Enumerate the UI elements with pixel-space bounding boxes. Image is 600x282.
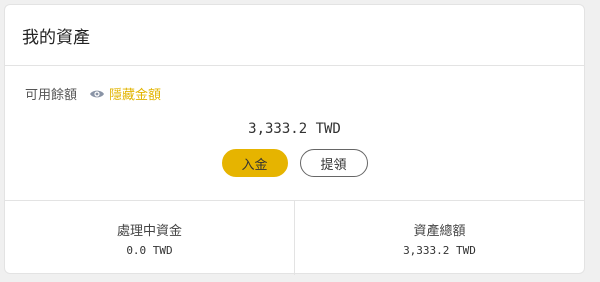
stat-total-assets: 資產總額 3,333.2 TWD xyxy=(294,201,584,275)
stat-value: 3,333.2 TWD xyxy=(403,243,476,257)
stat-value: 0.0 TWD xyxy=(126,243,173,257)
available-balance-amount: 3,333.2 TWD xyxy=(248,121,341,137)
available-balance-label: 可用餘額 xyxy=(25,88,78,103)
eye-icon[interactable] xyxy=(89,88,105,100)
stat-processing-funds: 處理中資金 0.0 TWD xyxy=(5,201,294,275)
card-header: 我的資產 xyxy=(5,5,584,66)
hide-amount-link[interactable]: 隱藏金額 xyxy=(109,84,161,103)
stat-label: 資產總額 xyxy=(413,223,466,239)
stat-label: 處理中資金 xyxy=(116,223,182,239)
card-title: 我的資產 xyxy=(22,27,90,48)
withdraw-button[interactable]: 提領 xyxy=(299,149,368,177)
assets-card: 我的資產 可用餘額 隱藏金額 3,333.2 TWD 入金 提領 處理中資金 0… xyxy=(4,4,585,275)
deposit-button[interactable]: 入金 xyxy=(221,149,288,177)
balance-section: 可用餘額 隱藏金額 3,333.2 TWD 入金 提領 xyxy=(5,66,584,201)
stats-row: 處理中資金 0.0 TWD 資產總額 3,333.2 TWD xyxy=(5,201,584,275)
action-buttons: 入金 提領 xyxy=(5,149,584,177)
balance-label-row: 可用餘額 隱藏金額 xyxy=(25,84,161,103)
